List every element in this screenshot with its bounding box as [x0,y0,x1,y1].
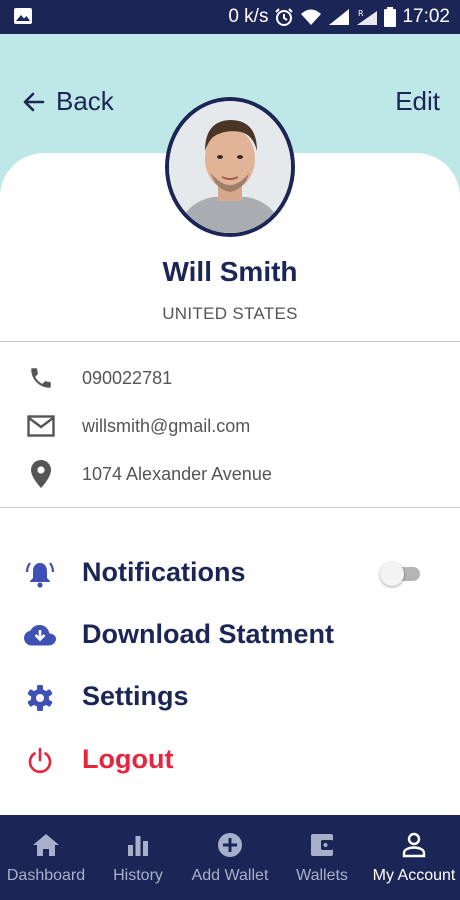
contact-phone-row: 090022781 [0,358,460,398]
nav-label: Wallets [296,867,348,884]
menu-download-statement[interactable]: Download Statment [0,610,460,660]
nav-history[interactable]: History [92,815,184,900]
nav-label: Dashboard [6,867,86,884]
divider [0,507,460,508]
plus-circle-icon [217,831,243,859]
nav-label: My Account [372,867,456,884]
home-icon [32,831,60,859]
toggle-thumb [380,562,404,586]
status-bar: 0 k/s R 17:02 [0,0,460,34]
profile-name: Will Smith [162,256,298,287]
phone-icon [26,363,56,393]
menu-logout[interactable]: Logout [0,735,460,785]
bar-chart-icon [126,831,150,859]
bell-icon [24,558,56,590]
alarm-icon [275,8,294,26]
menu-label: Settings [82,681,189,711]
menu-label: Logout [82,744,174,774]
contact-address: 1074 Alexander Avenue [82,463,272,484]
contact-email-row: willsmith@gmail.com [0,406,460,446]
profile-country: UNITED STATES [162,304,298,323]
profile-photo [169,101,291,233]
menu-label: Notifications [82,557,246,587]
nav-add-wallet[interactable]: Add Wallet [184,815,276,900]
svg-text:R: R [358,9,364,18]
arrow-left-icon [23,92,45,111]
contact-email: willsmith@gmail.com [82,415,251,436]
edit-button[interactable]: Edit [395,86,440,117]
battery-icon [384,7,397,27]
gear-icon [24,682,56,714]
nav-label: History [113,867,163,884]
back-label: Back [56,86,114,116]
nav-wallets[interactable]: Wallets [276,815,368,900]
wifi-icon [301,9,322,25]
avatar [165,97,295,237]
menu-settings[interactable]: Settings [0,672,460,722]
divider [0,341,460,342]
cloud-download-icon [24,620,56,652]
notifications-toggle[interactable] [380,562,420,586]
person-icon [402,831,426,859]
wallet-icon [309,831,335,859]
nav-dashboard[interactable]: Dashboard [0,815,92,900]
menu-label: Download Statment [82,619,335,649]
gallery-icon [14,8,32,24]
email-icon [26,411,56,441]
contact-address-row: 1074 Alexander Avenue [0,454,460,494]
back-button[interactable]: Back [22,86,114,117]
signal-roaming-icon: R [357,9,378,25]
power-icon [24,745,56,777]
location-pin-icon [26,459,56,489]
bottom-nav: Dashboard History Add Wallet Wallets My … [0,815,460,900]
nav-my-account[interactable]: My Account [368,815,460,900]
network-speed: 0 k/s [228,6,269,27]
menu-notifications[interactable]: Notifications [0,548,460,598]
nav-label: Add Wallet [191,867,269,884]
contact-phone: 090022781 [82,367,173,388]
clock: 17:02 [402,6,450,27]
signal-icon [329,9,350,25]
